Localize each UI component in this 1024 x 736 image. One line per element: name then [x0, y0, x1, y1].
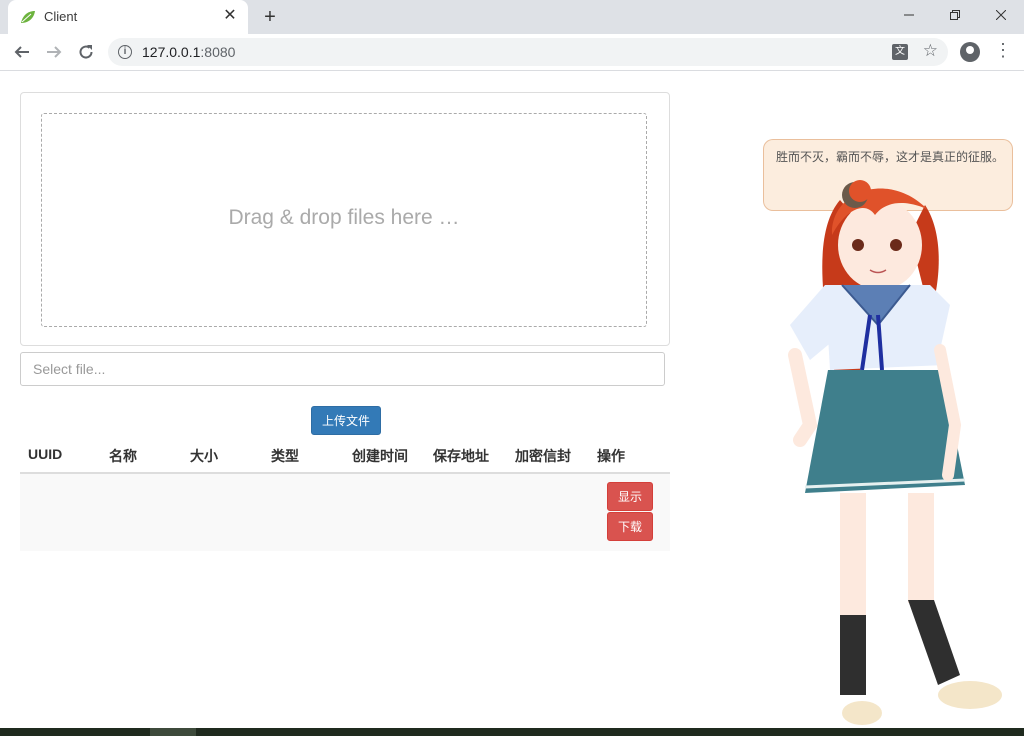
table-row: 显示 下载 — [20, 474, 670, 551]
browser-tab[interactable]: Client ✕ — [8, 0, 248, 34]
mascot-speech-text: 胜而不灭，霸而不辱，这才是真正的征服。 — [776, 150, 1005, 164]
minimize-icon[interactable] — [886, 0, 932, 30]
back-icon[interactable] — [8, 38, 36, 66]
mascot-character[interactable] — [770, 175, 1020, 730]
forward-icon[interactable] — [40, 38, 68, 66]
header-type: 类型 — [271, 448, 299, 464]
file-drop-panel: Drag & drop files here … — [20, 92, 670, 346]
header-uuid: UUID — [28, 446, 63, 462]
star-icon[interactable]: ☆ — [923, 41, 938, 61]
upload-button[interactable]: 上传文件 — [311, 406, 381, 435]
reload-icon[interactable] — [72, 38, 100, 66]
table-header: UUID 名称 大小 类型 创建时间 保存地址 加密信封 操作 — [20, 438, 670, 474]
browser-toolbar: i 127.0.0.1:8080 文 ☆ ⋮ — [0, 34, 1024, 71]
leaf-icon — [21, 11, 35, 23]
browser-titlebar: Client ✕ + — [0, 0, 1024, 34]
file-table: UUID 名称 大小 类型 创建时间 保存地址 加密信封 操作 显示 下载 — [20, 438, 670, 551]
download-button[interactable]: 下载 — [607, 512, 653, 541]
translate-icon[interactable]: 文 — [892, 44, 908, 60]
close-icon[interactable]: ✕ — [220, 6, 240, 26]
taskbar — [0, 728, 1024, 736]
menu-icon[interactable]: ⋮ — [994, 40, 1012, 61]
drop-zone[interactable]: Drag & drop files here … — [41, 113, 647, 327]
window-close-icon[interactable] — [978, 0, 1024, 30]
header-name: 名称 — [109, 448, 137, 464]
info-icon[interactable]: i — [118, 45, 132, 59]
drop-zone-text: Drag & drop files here … — [228, 206, 460, 229]
header-size: 大小 — [190, 448, 218, 464]
maximize-icon[interactable] — [932, 0, 978, 30]
plus-icon[interactable]: + — [258, 5, 282, 29]
header-created: 创建时间 — [352, 448, 408, 464]
header-envelope: 加密信封 — [515, 448, 571, 464]
select-file-input[interactable] — [20, 352, 665, 386]
tab-title: Client — [44, 9, 78, 24]
profile-icon[interactable] — [960, 42, 980, 62]
header-save-path: 保存地址 — [433, 448, 489, 464]
header-actions: 操作 — [597, 448, 625, 464]
show-button[interactable]: 显示 — [607, 482, 653, 511]
address-bar[interactable]: i 127.0.0.1:8080 文 ☆ — [108, 38, 948, 66]
url-text: 127.0.0.1:8080 — [142, 44, 236, 60]
